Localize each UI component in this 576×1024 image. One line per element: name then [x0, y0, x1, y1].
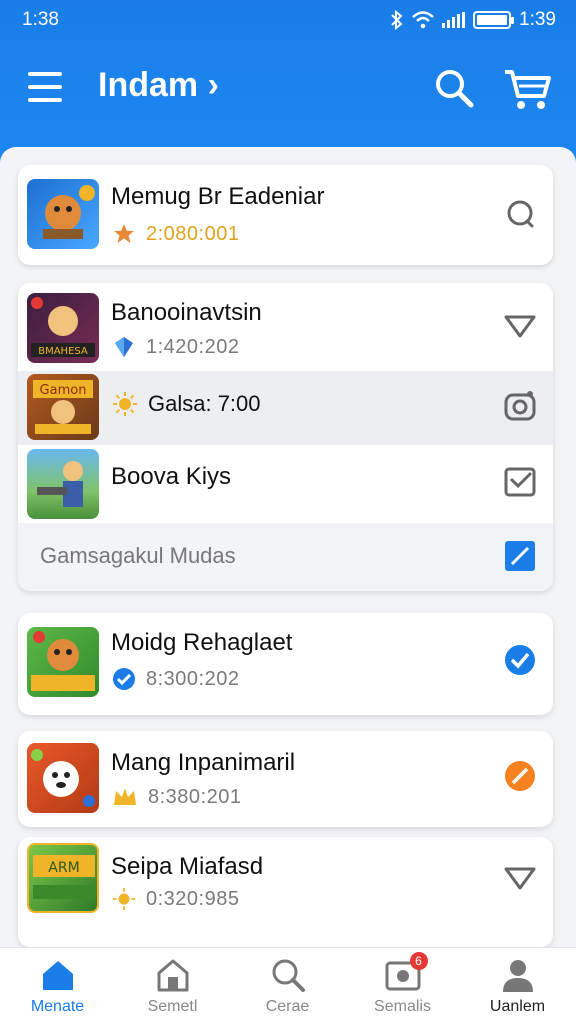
game-meta: 8:380:201 [112, 785, 241, 809]
list-footer-item[interactable]: Gamsagakul Mudas [18, 523, 553, 591]
tab-shop[interactable]: Semetl [115, 948, 230, 1024]
menu-icon[interactable] [28, 72, 62, 102]
list-item[interactable]: BMAHESA Banooinavtsin 1:420:202 [18, 283, 553, 371]
list-item[interactable]: Boova Kiys [18, 445, 553, 523]
camera-icon[interactable] [503, 389, 537, 423]
triangle-down-icon[interactable] [503, 861, 537, 895]
shop-icon [157, 959, 188, 992]
game-thumbnail: BMAHESA [27, 293, 99, 363]
game-meta: 1:420:202 [112, 335, 239, 359]
edit-circle-icon[interactable] [503, 759, 537, 793]
svg-text:ARM: ARM [48, 860, 79, 876]
list-item[interactable]: ARM Seipa Miafasd 0:320:985 [18, 837, 553, 947]
status-bar: 1:38 1:39 [22, 8, 556, 32]
game-meta: 0:320:985 [112, 887, 239, 911]
game-title: Seipa Miafasd [111, 853, 264, 880]
cart-icon[interactable] [502, 64, 552, 112]
home-icon [42, 961, 73, 990]
star-icon [114, 224, 134, 243]
tab-messages[interactable]: 6 Semalis [345, 948, 460, 1024]
tab-label: Semetl [147, 998, 198, 1015]
list-item[interactable]: Mang Inpanimaril 8:380:201 [18, 731, 553, 827]
list-item[interactable]: Moidg Rehaglaet 8:300:202 [18, 613, 553, 715]
game-card[interactable]: Moidg Rehaglaet 8:300:202 [18, 613, 553, 715]
search-icon [272, 959, 305, 992]
app-bar: Indam › [0, 60, 576, 116]
footer-label: Gamsagakul Mudas [40, 543, 236, 568]
edit-square-icon[interactable] [503, 539, 537, 573]
crown-icon [114, 788, 136, 805]
game-thumbnail [27, 449, 99, 519]
wifi-icon [412, 11, 434, 29]
battery-icon [473, 11, 515, 29]
tab-label: Uanlem [489, 998, 546, 1015]
game-thumbnail [27, 627, 99, 697]
game-score: 8:300:202 [146, 667, 240, 690]
game-meta: 2:080:001 [112, 222, 239, 246]
game-score: 8:380:201 [148, 785, 242, 808]
tab-search[interactable]: Cerae [230, 948, 345, 1024]
chat-icon[interactable] [503, 197, 537, 231]
list-item-highlighted[interactable]: Gamon Galsa: 7:00 [18, 371, 553, 445]
game-thumbnail [27, 743, 99, 813]
svg-text:BMAHESA: BMAHESA [38, 346, 88, 357]
game-thumbnail: ARM [27, 843, 99, 913]
bluetooth-icon [391, 10, 403, 30]
svg-text:Gamon: Gamon [40, 383, 87, 398]
game-title: Boova Kiys [111, 463, 232, 490]
bottom-tab-bar: Menate Semetl Cerae 6 Semalis Uanlem [0, 947, 576, 1024]
gem-icon [115, 337, 133, 357]
game-card[interactable]: ARM Seipa Miafasd 0:320:985 [18, 837, 553, 947]
tab-profile[interactable]: Uanlem [460, 948, 575, 1024]
tab-label: Cerae [265, 998, 310, 1015]
status-icons: 1:39 [390, 9, 556, 31]
search-icon[interactable] [432, 66, 476, 110]
game-card[interactable]: Memug Br Eadeniar 2:080:001 [18, 165, 553, 265]
game-meta: 8:300:202 [112, 667, 239, 691]
game-title: Memug Br Eadeniar [111, 183, 325, 210]
tab-label: Semalis [374, 998, 431, 1015]
game-score: 2:080:001 [146, 222, 240, 245]
game-title: Galsa: 7:00 [148, 391, 261, 416]
triangle-down-icon[interactable] [503, 309, 537, 343]
sun-icon [113, 392, 137, 416]
game-title: Mang Inpanimaril [111, 749, 296, 776]
list-item[interactable]: Memug Br Eadeniar 2:080:001 [18, 165, 553, 265]
game-card[interactable]: Mang Inpanimaril 8:380:201 [18, 731, 553, 827]
tab-home[interactable]: Menate [0, 948, 115, 1024]
game-meta: Galsa: 7:00 [112, 391, 261, 417]
game-thumbnail: Gamon [27, 374, 99, 440]
checkbox-icon[interactable] [503, 465, 537, 499]
game-thumbnail [27, 179, 99, 249]
content-sheet: Memug Br Eadeniar 2:080:001 BMAHESA Bano… [0, 147, 576, 947]
verified-icon [113, 668, 135, 690]
profile-icon [502, 960, 533, 992]
mail-icon-wrap: 6 [384, 952, 428, 994]
status-time: 1:38 [22, 9, 59, 30]
status-time-right: 1:39 [519, 9, 556, 30]
sun-icon [112, 887, 136, 911]
game-title: Moidg Rehaglaet [111, 629, 293, 656]
tab-label: Menate [30, 998, 85, 1015]
game-title: Banooinavtsin [111, 299, 262, 326]
check-circle-icon[interactable] [503, 643, 537, 677]
game-group-card: BMAHESA Banooinavtsin 1:420:202 Gamon Ga… [18, 283, 553, 591]
game-score: 0:320:985 [146, 887, 240, 910]
page-title[interactable]: Indam › [98, 66, 219, 105]
notification-badge: 6 [409, 952, 428, 970]
signal-icon [442, 12, 466, 28]
game-score: 1:420:202 [146, 335, 240, 358]
